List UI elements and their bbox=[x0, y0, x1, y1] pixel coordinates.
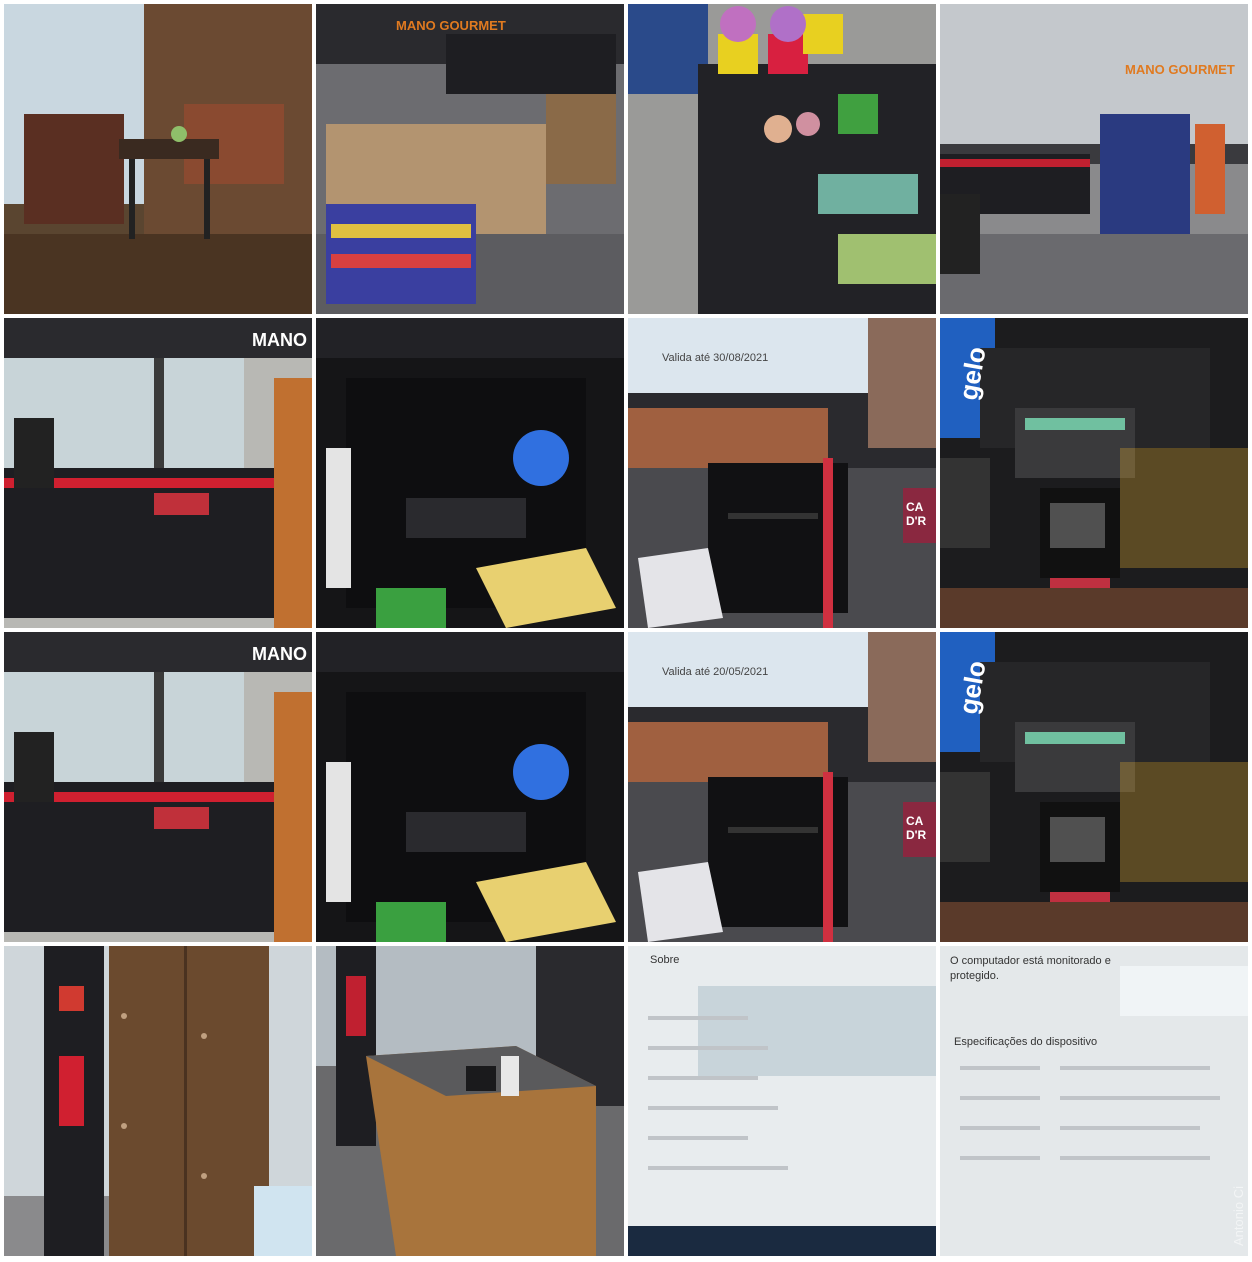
photo-flower-display[interactable] bbox=[628, 4, 936, 314]
photo-wood-cabinet[interactable] bbox=[4, 946, 312, 1256]
photo-settings-screen[interactable]: Sobre bbox=[628, 946, 936, 1256]
side-sign: CA D'R bbox=[906, 814, 927, 842]
store-sign: MANO bbox=[252, 644, 307, 664]
photo-wood-counter[interactable] bbox=[316, 946, 624, 1256]
photo-checkout-counter[interactable]: MANO bbox=[4, 318, 312, 628]
store-sign: MANO GOURMET bbox=[1125, 62, 1235, 77]
side-sign: CA D'R bbox=[906, 500, 927, 528]
photo-checkout-counter[interactable]: MANO bbox=[4, 632, 312, 942]
photo-keyboard-scanner[interactable]: gelo bbox=[940, 632, 1248, 942]
watermark-text: Antonio Ci bbox=[1231, 1186, 1246, 1246]
store-sign: MANO GOURMET bbox=[396, 18, 506, 33]
photo-cabinet-cables[interactable] bbox=[316, 632, 624, 942]
store-sign: MANO bbox=[252, 330, 307, 350]
photo-receipt-printer[interactable]: Valida até 30/08/2021 CA D'R bbox=[628, 318, 936, 628]
photo-cabinet-cables[interactable] bbox=[316, 318, 624, 628]
screen-heading: Sobre bbox=[650, 954, 680, 966]
photo-store-shelves[interactable]: MANO GOURMET bbox=[316, 4, 624, 314]
photo-grid: MANO GOURMET MANO GOURMET MANO Valida at… bbox=[4, 4, 1250, 1260]
photo-dining-booth[interactable] bbox=[4, 4, 312, 314]
photo-checkout-area[interactable]: MANO GOURMET bbox=[940, 4, 1248, 314]
photo-settings-screen[interactable]: O computador está monitorado e protegido… bbox=[940, 946, 1248, 1256]
screen-section: Especificações do dispositivo bbox=[954, 1036, 1098, 1048]
photo-receipt-printer[interactable]: Valida até 20/05/2021 CA D'R bbox=[628, 632, 936, 942]
screen-text: Valida até 30/08/2021 bbox=[662, 352, 769, 364]
screen-text: Valida até 20/05/2021 bbox=[662, 666, 769, 678]
screen-heading: O computador está monitorado e protegido… bbox=[950, 955, 1111, 982]
photo-keyboard-scanner[interactable]: gelo bbox=[940, 318, 1248, 628]
